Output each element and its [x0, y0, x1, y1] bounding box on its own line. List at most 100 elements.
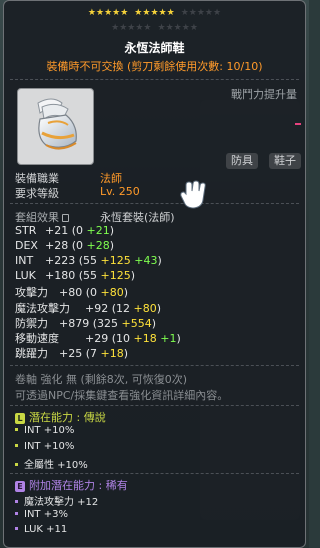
- star-icon: ★: [188, 8, 197, 18]
- stat-total: +28: [45, 239, 72, 253]
- combat-power-indicator: [295, 123, 301, 125]
- set-effect-name: 永恆套裝(法師): [100, 211, 175, 224]
- star-icon: ★: [213, 8, 222, 18]
- stat-part: (0: [71, 239, 87, 253]
- set-effect-text: 套組效果: [15, 211, 59, 224]
- star-icon: ★: [104, 8, 113, 18]
- stat-part: ): [123, 286, 129, 300]
- stat-part: +43: [134, 254, 158, 268]
- star-group: ★★★★★: [134, 8, 174, 19]
- divider: [10, 473, 299, 474]
- stat-part: (12: [111, 301, 134, 315]
- white-glove-hand-icon: [180, 180, 206, 209]
- star-icon: ★: [157, 23, 166, 33]
- stat-part: +125: [100, 269, 131, 283]
- potential-line: INT +10%: [15, 425, 74, 436]
- stat-total: +25: [59, 346, 86, 360]
- enhance-help-text: 可透過NPC/採集鍵查看強化資訊詳細內容。: [15, 389, 229, 402]
- stat-part: +18: [133, 331, 157, 345]
- potential-line-text: LUK +11: [24, 524, 68, 535]
- bullet-icon: [15, 463, 18, 466]
- stat-label: 防禦力: [15, 316, 48, 330]
- bullet-icon: [15, 428, 18, 431]
- scroll-enhance-info: 卷軸 強化 無 (剩餘8次, 可恢復0次): [15, 373, 188, 386]
- potential-line: 魔法攻擊力 +12: [15, 493, 98, 508]
- stat-row: DEX +28 (0 +28): [15, 239, 114, 252]
- star-icon: ★: [165, 23, 174, 33]
- stat-label: STR: [15, 224, 37, 237]
- stat-part: (7: [85, 346, 101, 360]
- star-group: ★★★★★: [88, 8, 128, 19]
- stat-part: (0: [85, 286, 101, 300]
- item-name: 永恆法師鞋: [124, 41, 185, 55]
- level-label: 要求等級: [15, 187, 59, 200]
- job-value: 法師: [100, 172, 122, 185]
- stat-row: 攻擊力 +80 (0 +80): [15, 284, 128, 300]
- item-tooltip: ★★★★★ ★★★★★ ★★★★★ ★★★★★ ★★★★★ 永恆法師鞋 裝備時不可交換…: [3, 0, 306, 548]
- stat-total: +21: [45, 224, 72, 237]
- star-icon: ★: [196, 8, 205, 18]
- stat-row: 魔法攻擊力 +92 (12 +80): [15, 300, 161, 316]
- star-icon: ★: [150, 8, 159, 18]
- category-tag-shoes: 鞋子: [269, 153, 301, 169]
- stat-part: ): [109, 239, 115, 253]
- divider: [10, 79, 299, 80]
- stat-part: (325: [92, 316, 122, 330]
- divider: [10, 405, 299, 406]
- stat-part: (55: [78, 269, 101, 283]
- star-force-row-1: ★★★★★ ★★★★★ ★★★★★: [4, 8, 305, 19]
- potential-line: INT +10%: [15, 441, 74, 452]
- star-icon: ★: [143, 23, 152, 33]
- potential-line-text: 全屬性 +10%: [24, 460, 88, 471]
- star-icon: ★: [166, 8, 175, 18]
- potential-header: L 潛在能力 : 傳說: [15, 409, 106, 425]
- stat-total: +80: [59, 286, 86, 300]
- epic-badge-icon: E: [15, 481, 25, 492]
- star-icon: ★: [95, 8, 105, 18]
- stat-label: 跳躍力: [15, 346, 48, 360]
- additional-potential-header-text: 附加潛在能力 : 稀有: [29, 479, 128, 492]
- stat-total: +879: [59, 316, 93, 330]
- star-icon: ★: [158, 8, 167, 18]
- star-group: ★★★★★: [111, 23, 151, 34]
- potential-line-text: 魔法攻擊力 +12: [24, 497, 99, 508]
- star-icon: ★: [180, 8, 189, 18]
- stat-part: +21: [86, 224, 110, 237]
- stat-part: ): [157, 254, 162, 268]
- star-icon: ★: [111, 23, 120, 33]
- potential-header-text: 潛在能力 : 傳說: [29, 411, 106, 424]
- stat-part: +28: [86, 239, 110, 253]
- bullet-icon: [15, 500, 18, 503]
- star-icon: ★: [181, 23, 190, 33]
- divider: [10, 203, 299, 204]
- stat-part: +18: [100, 346, 124, 360]
- stat-row: STR +21 (0 +21): [15, 224, 114, 237]
- star-icon: ★: [112, 8, 121, 18]
- divider: [10, 365, 299, 366]
- potential-line: 全屬性 +10%: [15, 456, 88, 471]
- stat-row: LUK +180 (55 +125): [15, 269, 135, 282]
- potential-line-text: INT +10%: [24, 440, 75, 452]
- stat-label: DEX: [15, 239, 38, 253]
- additional-potential-header: E 附加潛在能力 : 稀有: [15, 477, 128, 493]
- trade-restriction-note: 裝備時不可交換 (剪刀剩餘使用次數: 10/10): [46, 60, 263, 73]
- bullet-icon: [15, 511, 18, 515]
- stat-row: 防禦力 +879 (325 +554): [15, 315, 156, 331]
- stat-total: +92: [85, 301, 112, 315]
- potential-line: LUK +11: [15, 524, 67, 535]
- legendary-badge-icon: L: [15, 413, 25, 424]
- stat-total: +29: [85, 331, 112, 345]
- stat-part: (55: [78, 254, 101, 268]
- star-icon: ★: [120, 8, 129, 18]
- item-icon-frame: [17, 88, 94, 165]
- star-icon: ★: [189, 23, 198, 33]
- stat-part: ): [130, 269, 136, 283]
- stat-row: INT +223 (55 +125 +43): [15, 254, 162, 267]
- stat-part: +1: [160, 331, 177, 345]
- potential-line-text: INT +3%: [24, 508, 68, 520]
- stat-part: +554: [121, 316, 152, 330]
- stat-label: 魔法攻擊力: [15, 301, 70, 315]
- star-group: ★★★★★: [158, 23, 198, 34]
- level-value: Lv. 250: [100, 185, 140, 198]
- stat-label: LUK: [15, 269, 36, 283]
